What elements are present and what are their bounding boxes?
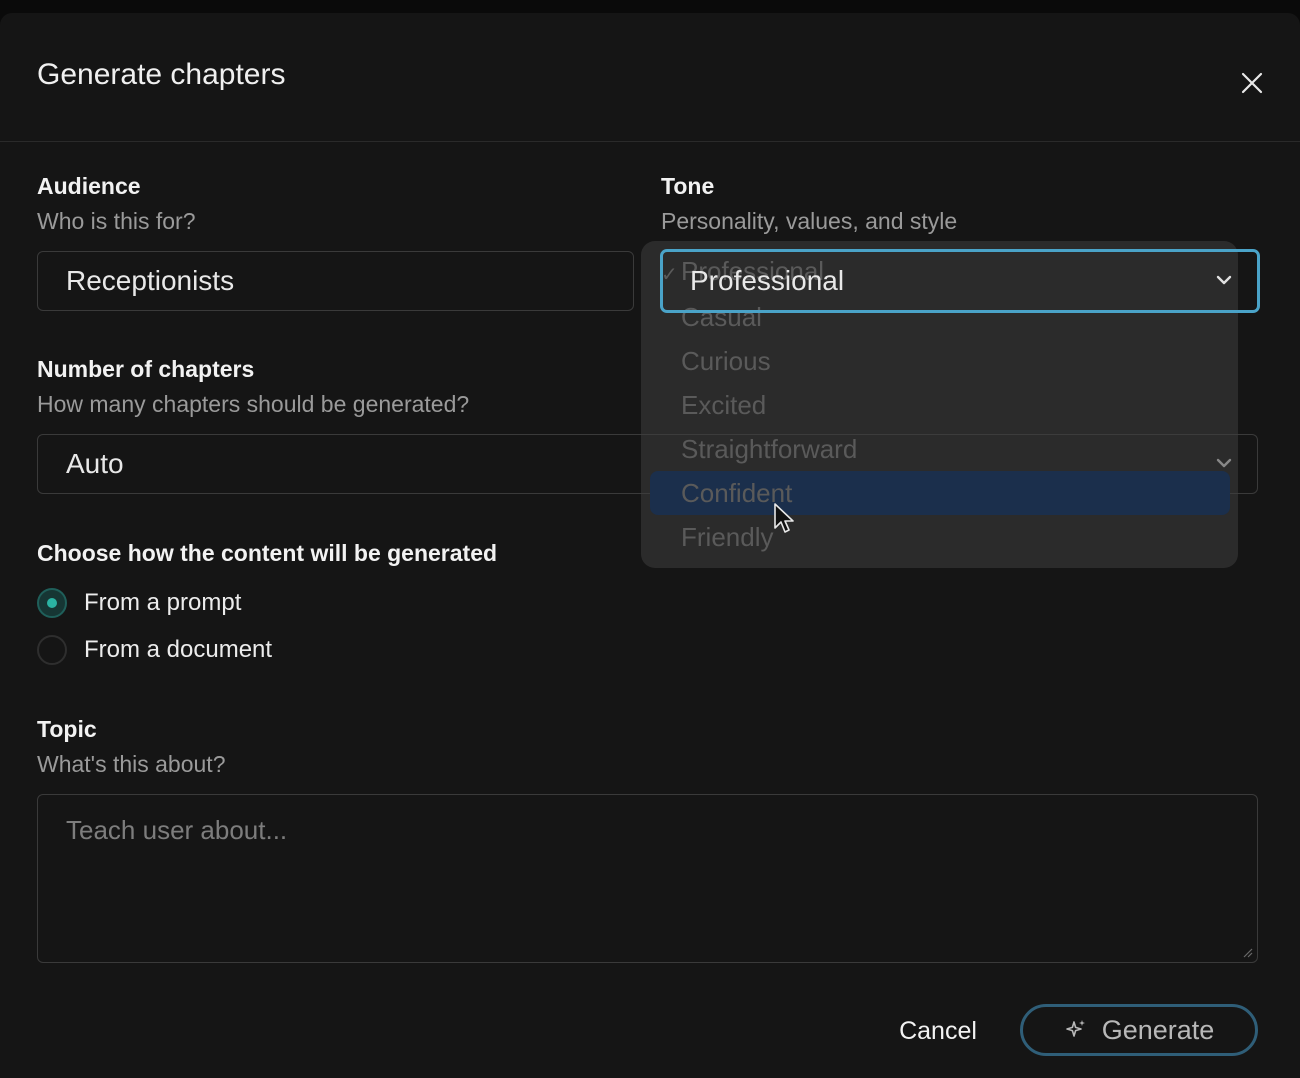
generation-label: Choose how the content will be generated xyxy=(37,540,498,566)
radio-from-prompt[interactable]: From a prompt xyxy=(37,588,241,618)
radio-from-prompt-label: From a prompt xyxy=(84,589,242,616)
resize-handle-icon[interactable] xyxy=(1241,946,1253,958)
topic-textarea[interactable]: Teach user about... xyxy=(37,794,1258,963)
tone-label: Tone xyxy=(661,173,715,199)
close-button[interactable] xyxy=(1232,63,1272,103)
chapters-select-value: Auto xyxy=(66,448,124,479)
sparkle-icon xyxy=(1065,1020,1085,1037)
audience-input-value: Receptionists xyxy=(66,265,235,296)
chapters-label: Number of chapters xyxy=(37,356,255,382)
chevron-down-icon xyxy=(1216,275,1232,285)
tone-sublabel: Personality, values, and style xyxy=(661,208,958,234)
topic-placeholder: Teach user about... xyxy=(66,815,288,845)
tone-option-curious[interactable]: Curious xyxy=(681,346,771,377)
close-icon xyxy=(1241,72,1263,94)
topic-sublabel: What's this about? xyxy=(37,751,226,777)
generate-button-label: Generate xyxy=(1101,1014,1215,1045)
radio-from-document-label: From a document xyxy=(84,636,273,663)
radio-from-document[interactable]: From a document xyxy=(37,635,272,665)
mouse-cursor-icon xyxy=(774,503,794,533)
cancel-button[interactable]: Cancel xyxy=(880,1005,996,1057)
audience-input[interactable]: Receptionists xyxy=(37,251,634,311)
radio-button-checked[interactable] xyxy=(37,588,67,618)
radio-button[interactable] xyxy=(37,635,67,665)
tone-option-friendly[interactable]: Friendly xyxy=(681,522,773,553)
audience-label: Audience xyxy=(37,173,141,199)
tone-option-straightforward[interactable]: Straightforward xyxy=(681,434,857,465)
generate-button[interactable]: Generate xyxy=(1020,1004,1258,1056)
tone-option-excited[interactable]: Excited xyxy=(681,390,766,421)
tone-select[interactable]: Professional xyxy=(660,249,1260,313)
tone-select-value: Professional xyxy=(690,265,845,296)
dialog-header: Generate chapters xyxy=(0,13,1300,142)
generate-chapters-dialog: Generate chapters Audience Who is this f… xyxy=(0,13,1300,1078)
audience-sublabel: Who is this for? xyxy=(37,208,196,234)
chapters-sublabel: How many chapters should be generated? xyxy=(37,391,470,417)
topic-label: Topic xyxy=(37,716,97,742)
dialog-title: Generate chapters xyxy=(37,58,286,91)
